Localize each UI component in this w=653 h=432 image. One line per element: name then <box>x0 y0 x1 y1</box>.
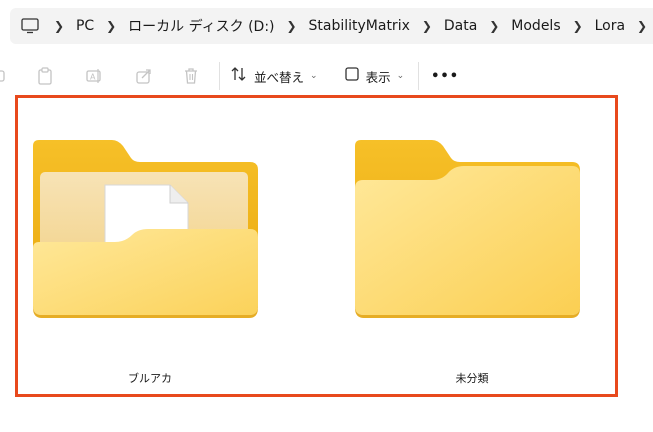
folder-with-file-icon <box>33 140 258 318</box>
paste-icon[interactable] <box>30 60 60 92</box>
chevron-right-icon[interactable]: ❯ <box>416 19 438 33</box>
chevron-right-icon[interactable]: ❯ <box>48 19 70 33</box>
chevron-right-icon[interactable]: ❯ <box>567 19 589 33</box>
breadcrumb-item-data[interactable]: Data <box>438 18 483 34</box>
breadcrumb[interactable]: ❯ PC ❯ ローカル ディスク (D:) ❯ StabilityMatrix … <box>10 8 653 44</box>
folder-name: ブルアカ <box>128 372 172 385</box>
toolbar-divider <box>418 62 420 90</box>
folder-name: 未分類 <box>455 372 489 385</box>
computer-icon[interactable] <box>18 16 42 36</box>
toolbar-divider <box>219 62 220 90</box>
svg-text:A: A <box>90 73 96 82</box>
chevron-down-icon: ⌄ <box>310 71 318 81</box>
share-icon[interactable] <box>129 60 159 92</box>
breadcrumb-item-local-disk[interactable]: ローカル ディスク (D:) <box>122 16 280 36</box>
sort-button[interactable]: 並べ替え ⌄ <box>230 60 318 92</box>
breadcrumb-item-stabilitymatrix[interactable]: StabilityMatrix <box>303 18 416 34</box>
breadcrumb-item-models[interactable]: Models <box>505 18 566 34</box>
folder-icon <box>355 140 580 318</box>
folder-item[interactable]: ブルアカ <box>30 140 270 385</box>
more-options-button[interactable]: ••• <box>431 60 459 92</box>
sort-label: 並べ替え <box>254 69 305 85</box>
comment-icon[interactable] <box>0 60 8 92</box>
chevron-right-icon[interactable]: ❯ <box>100 19 122 33</box>
view-button[interactable]: 表示 ⌄ <box>344 60 405 92</box>
sort-icon <box>230 66 248 86</box>
folder-item[interactable]: 未分類 <box>352 140 592 385</box>
command-bar: A 並べ替え ⌄ 表示 ⌄ ••• <box>0 52 653 100</box>
breadcrumb-item-pc[interactable]: PC <box>70 18 100 34</box>
view-label: 表示 <box>365 69 391 85</box>
address-bar: ❯ PC ❯ ローカル ディスク (D:) ❯ StabilityMatrix … <box>0 0 653 52</box>
chevron-right-icon[interactable]: ❯ <box>281 19 303 33</box>
delete-icon[interactable] <box>176 60 206 92</box>
chevron-right-icon[interactable]: ❯ <box>483 19 505 33</box>
view-icon <box>344 66 360 86</box>
rename-icon[interactable]: A <box>79 60 109 92</box>
chevron-down-icon: ⌄ <box>396 71 405 81</box>
breadcrumb-item-lora[interactable]: Lora <box>589 18 631 34</box>
chevron-right-icon[interactable]: ❯ <box>631 19 653 33</box>
